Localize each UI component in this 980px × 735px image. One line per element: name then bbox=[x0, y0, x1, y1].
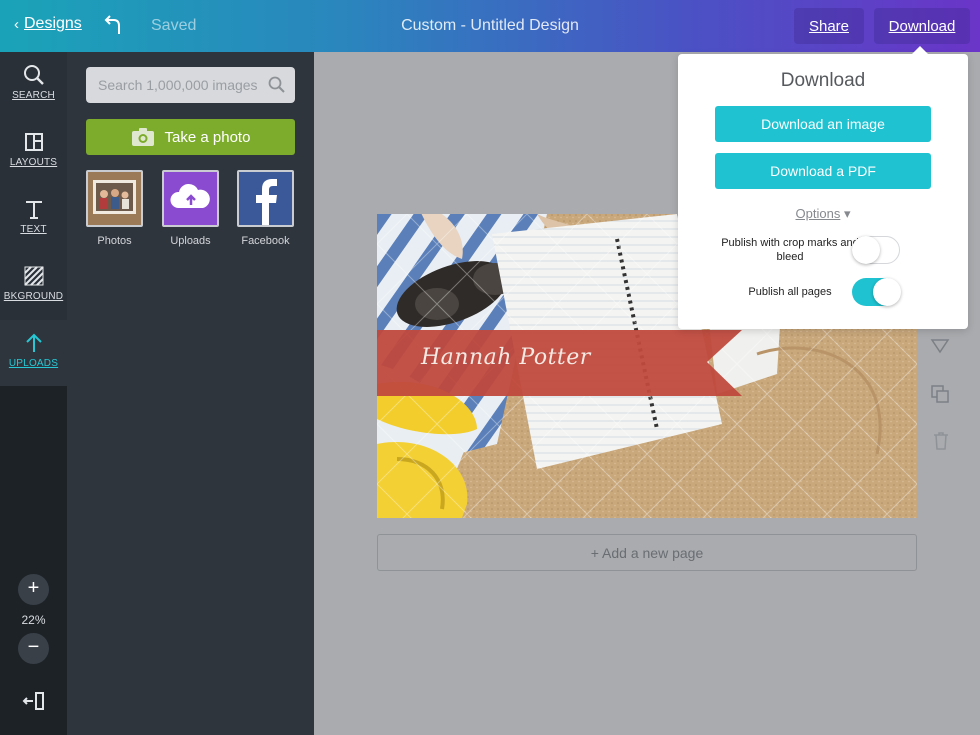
rail-label: SEARCH bbox=[12, 90, 55, 101]
source-label: Facebook bbox=[241, 235, 290, 247]
download-pdf-button[interactable]: Download a PDF bbox=[715, 153, 931, 189]
photos-thumbnail bbox=[86, 170, 143, 227]
share-button[interactable]: Share bbox=[794, 8, 864, 44]
crop-marks-toggle[interactable] bbox=[852, 236, 900, 264]
camera-icon bbox=[131, 128, 154, 146]
copy-icon[interactable] bbox=[930, 384, 950, 404]
rail-label: TEXT bbox=[20, 224, 47, 235]
options-label: Options bbox=[795, 206, 841, 221]
crop-marks-label: Publish with crop marks and bleed bbox=[721, 237, 859, 263]
search-box bbox=[86, 67, 295, 103]
download-image-button[interactable]: Download an image bbox=[715, 106, 931, 142]
download-button[interactable]: Download bbox=[874, 8, 970, 44]
trash-icon[interactable] bbox=[933, 432, 949, 450]
undo-icon[interactable] bbox=[104, 12, 126, 38]
source-photos[interactable]: Photos bbox=[86, 170, 143, 247]
rail-item-uploads[interactable]: UPLOADS bbox=[0, 320, 67, 386]
add-new-page-button[interactable]: + Add a new page bbox=[377, 534, 917, 571]
toggle-knob bbox=[852, 236, 880, 264]
uploads-thumbnail bbox=[162, 170, 219, 227]
source-label: Photos bbox=[97, 235, 132, 247]
search-icon bbox=[23, 65, 44, 85]
source-label: Uploads bbox=[170, 235, 211, 247]
facebook-thumbnail bbox=[237, 170, 294, 227]
text-icon bbox=[25, 201, 42, 219]
collapse-panel-icon[interactable] bbox=[22, 690, 46, 712]
uploads-panel: Take a photo Photos Uploads bbox=[67, 52, 314, 735]
rail-item-text[interactable]: TEXT bbox=[0, 186, 67, 252]
banner-text[interactable]: Hannah Potter bbox=[421, 345, 591, 370]
all-pages-label: Publish all pages bbox=[748, 286, 832, 298]
saved-status: Saved bbox=[151, 17, 197, 34]
search-icon[interactable] bbox=[268, 76, 286, 94]
take-photo-button[interactable]: Take a photo bbox=[86, 119, 295, 155]
background-icon bbox=[23, 266, 44, 286]
rail-label: BKGROUND bbox=[3, 291, 64, 302]
cloud-upload-icon bbox=[164, 172, 217, 225]
rail-label: LAYOUTS bbox=[9, 157, 58, 168]
rail-item-layouts[interactable]: LAYOUTS bbox=[0, 119, 67, 185]
chevron-left-icon: ‹ bbox=[14, 15, 19, 33]
popover-title: Download bbox=[780, 70, 866, 91]
rail-item-search[interactable]: SEARCH bbox=[0, 52, 67, 118]
top-bar: ‹ Designs Saved Custom - Untitled Design… bbox=[0, 0, 980, 52]
facebook-icon bbox=[239, 172, 292, 225]
left-rail: SEARCH LAYOUTS TEXT BKGROUND UPLOADS + 2… bbox=[0, 52, 67, 735]
caret-down-icon: ▾ bbox=[843, 206, 851, 221]
source-uploads[interactable]: Uploads bbox=[162, 170, 219, 247]
back-to-designs-link[interactable]: ‹ Designs bbox=[14, 15, 82, 33]
zoom-level: 22% bbox=[21, 613, 46, 627]
rail-label: UPLOADS bbox=[8, 358, 59, 369]
source-facebook[interactable]: Facebook bbox=[237, 170, 294, 247]
toggle-knob bbox=[873, 278, 901, 306]
options-dropdown[interactable]: Options ▾ bbox=[678, 206, 968, 222]
popover-caret bbox=[911, 46, 929, 55]
all-pages-toggle[interactable] bbox=[852, 278, 901, 306]
zoom-out-button[interactable]: − bbox=[18, 633, 49, 664]
layouts-icon bbox=[24, 133, 43, 151]
upload-arrow-icon bbox=[25, 333, 42, 352]
download-popover: Download Download an image Download a PD… bbox=[678, 46, 968, 329]
rail-item-background[interactable]: BKGROUND bbox=[0, 253, 67, 319]
zoom-in-button[interactable]: + bbox=[18, 574, 49, 605]
arrange-down-icon[interactable] bbox=[930, 338, 950, 354]
take-photo-label: Take a photo bbox=[164, 128, 251, 146]
image-search-input[interactable] bbox=[86, 67, 295, 103]
back-label: Designs bbox=[24, 15, 82, 32]
